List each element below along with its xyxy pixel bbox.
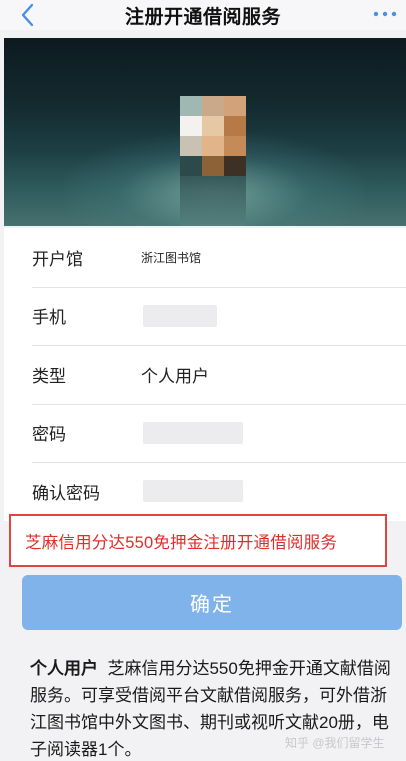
phone-label: 手机 (32, 308, 66, 328)
form-row-password[interactable]: 密码 (4, 403, 406, 463)
registration-form: 开户馆 浙江图书馆 手机 类型 个人用户 密码 确认密码 (4, 228, 406, 521)
description-lead: 个人用户 (30, 659, 98, 678)
type-value: 个人用户 (141, 366, 209, 386)
confirm-password-label: 确认密码 (32, 483, 100, 503)
more-button[interactable] (372, 4, 398, 24)
form-row-library[interactable]: 开户馆 浙江图书馆 (4, 228, 406, 287)
watermark: 知乎 @我们留学生 (285, 736, 385, 750)
form-row-confirm-password[interactable]: 确认密码 (4, 462, 406, 521)
form-row-phone[interactable]: 手机 (4, 286, 406, 346)
promo-banner: 芝麻信用分达550免押金注册开通借阅服务 (9, 514, 387, 567)
library-value: 浙江图书馆 (141, 250, 202, 265)
page-title: 注册开通借阅服务 (124, 6, 281, 28)
phone-field[interactable] (143, 304, 217, 327)
navigation-bar: 注册开通借阅服务 (0, 0, 406, 30)
confirm-password-field[interactable] (143, 480, 243, 503)
password-field[interactable] (143, 421, 243, 444)
chevron-left-icon (21, 3, 34, 27)
form-row-type[interactable]: 类型 个人用户 (4, 345, 406, 404)
more-dots-icon (373, 11, 397, 17)
back-button[interactable] (14, 2, 40, 28)
promo-text: 芝麻信用分达550免押金注册开通借阅服务 (25, 533, 338, 552)
confirm-button[interactable]: 确定 (22, 575, 402, 630)
library-label: 开户馆 (32, 249, 83, 269)
password-label: 密码 (32, 425, 66, 445)
type-label: 类型 (32, 366, 66, 386)
banner-image (4, 38, 406, 226)
